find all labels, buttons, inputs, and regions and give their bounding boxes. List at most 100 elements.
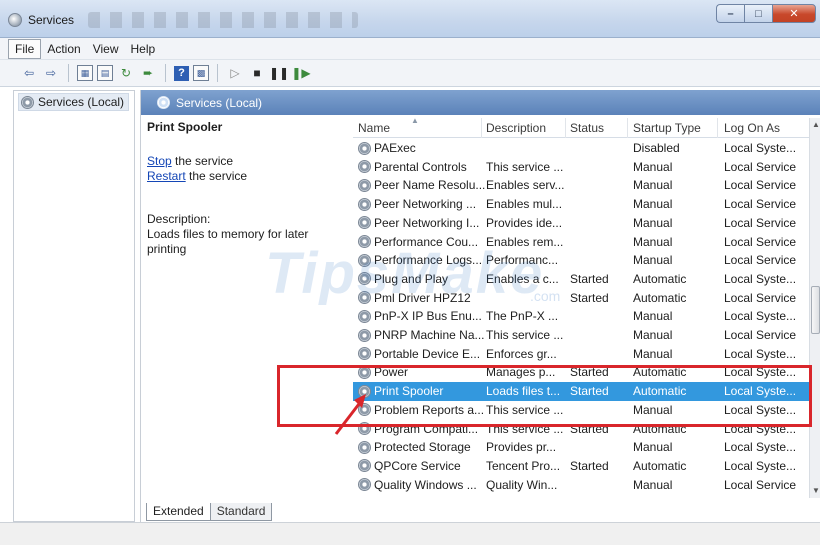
minimize-button[interactable]: – bbox=[716, 4, 744, 23]
services-app-icon bbox=[8, 13, 22, 27]
stop-service-link[interactable]: Stop bbox=[147, 154, 172, 168]
restart-service-link[interactable]: Restart bbox=[147, 169, 186, 183]
table-row[interactable]: Parental Controls This service ... Manual L… bbox=[353, 158, 809, 177]
table-row[interactable]: Protected Storage Provides pr... Manual Loc… bbox=[353, 438, 809, 457]
window-controls: – □ ✕ bbox=[716, 4, 816, 23]
service-log-on-as-cell: Local Service bbox=[724, 290, 797, 305]
stop-service-suffix: the service bbox=[171, 154, 234, 168]
tab-extended[interactable]: Extended bbox=[146, 503, 211, 521]
service-name-text: Peer Networking I... bbox=[374, 215, 480, 230]
column-header-log-on-as[interactable]: Log On As bbox=[724, 121, 780, 135]
table-row[interactable]: Quality Windows ... Quality Win... Manual L… bbox=[353, 476, 809, 495]
service-name-text: QPCore Service bbox=[374, 458, 461, 473]
service-name-text: Portable Device E... bbox=[374, 346, 481, 361]
service-name-text: Parental Controls bbox=[374, 159, 467, 174]
service-name-text: PAExec bbox=[374, 141, 416, 155]
service-startup-type-cell: Manual bbox=[633, 159, 673, 174]
service-details: Print Spooler Stop the service Restart t… bbox=[147, 120, 343, 500]
service-log-on-as-cell: Local Syste... bbox=[724, 346, 797, 361]
gear-icon bbox=[358, 178, 371, 192]
pause-icon[interactable]: ❚❚ bbox=[269, 64, 289, 82]
table-row[interactable]: Peer Networking ... Enables mul... Manual L… bbox=[353, 195, 809, 214]
scroll-down-icon[interactable]: ▼ bbox=[812, 486, 820, 495]
list-header: Name ▲ Description Status Startup Type L… bbox=[353, 116, 809, 138]
service-name-cell: PAExec bbox=[358, 141, 486, 155]
gear-icon bbox=[358, 160, 371, 174]
play-icon[interactable]: ▷ bbox=[226, 64, 244, 82]
close-button[interactable]: ✕ bbox=[772, 4, 816, 23]
service-log-on-as-cell: Local Service bbox=[724, 159, 797, 174]
column-divider[interactable] bbox=[717, 118, 718, 138]
service-status-cell: Started bbox=[570, 290, 609, 305]
tab-standard[interactable]: Standard bbox=[209, 503, 273, 521]
service-description-cell: Quality Win... bbox=[486, 477, 558, 492]
menu-action[interactable]: Action bbox=[41, 40, 86, 58]
service-log-on-as-cell: Local Syste... bbox=[724, 271, 797, 286]
export-icon[interactable]: ➨ bbox=[139, 64, 157, 82]
service-name-cell: PNRP Machine Na... bbox=[358, 328, 486, 342]
resume-icon[interactable]: ❚▶ bbox=[291, 64, 310, 82]
service-name-cell: Portable Device E... bbox=[358, 347, 486, 361]
vertical-scrollbar[interactable]: ▲ ▼ bbox=[809, 118, 820, 498]
service-status-cell: Started bbox=[570, 458, 609, 473]
table-row[interactable]: PNRP Machine Na... This service ... Manual… bbox=[353, 326, 809, 345]
service-name-text: Protected Storage bbox=[374, 440, 471, 455]
forward-arrow-icon[interactable]: ⇨ bbox=[42, 64, 60, 82]
service-log-on-as-cell: Local Syste... bbox=[724, 141, 797, 155]
service-description-cell: Enforces gr... bbox=[486, 346, 557, 361]
service-startup-type-cell: Manual bbox=[633, 234, 673, 249]
console-tree-icon[interactable]: ▦ bbox=[77, 65, 93, 81]
table-row[interactable]: Peer Name Resolu... Enables serv... Manual… bbox=[353, 176, 809, 195]
watermark-domain: .com bbox=[530, 288, 561, 304]
service-description-cell: Enables mul... bbox=[486, 197, 563, 212]
service-startup-type-cell: Manual bbox=[633, 477, 673, 492]
watermark-logo: TipsMake bbox=[265, 241, 545, 306]
tree-item-label: Services (Local) bbox=[38, 95, 125, 109]
column-divider[interactable] bbox=[565, 118, 566, 138]
column-header-name[interactable]: Name bbox=[358, 121, 390, 135]
menu-file[interactable]: File bbox=[8, 38, 42, 59]
table-row[interactable]: PnP-X IP Bus Enu... The PnP-X ... Manual Lo… bbox=[353, 307, 809, 326]
column-header-status[interactable]: Status bbox=[570, 121, 604, 135]
service-log-on-as-cell: Local Service bbox=[724, 328, 797, 342]
table-row[interactable]: Peer Networking I... Provides ide... Manua… bbox=[353, 214, 809, 233]
column-header-description[interactable]: Description bbox=[486, 121, 546, 135]
refresh-icon[interactable]: ↻ bbox=[117, 64, 135, 82]
service-description-cell: Tencent Pro... bbox=[486, 458, 561, 473]
service-name-cell: Parental Controls bbox=[358, 160, 486, 174]
gear-icon bbox=[358, 328, 371, 342]
scroll-thumb[interactable] bbox=[811, 286, 820, 334]
gear-icon bbox=[358, 216, 371, 230]
column-divider[interactable] bbox=[627, 118, 628, 138]
gear-icon bbox=[358, 141, 371, 155]
menu-help[interactable]: Help bbox=[125, 40, 162, 58]
menu-view[interactable]: View bbox=[87, 40, 125, 58]
service-startup-type-cell: Manual bbox=[633, 346, 673, 361]
title-bar: Services – □ ✕ bbox=[0, 0, 820, 38]
view-tabs: Extended Standard bbox=[146, 503, 273, 521]
scroll-up-icon[interactable]: ▲ bbox=[812, 120, 820, 129]
menu-bar: File Action View Help bbox=[0, 38, 820, 60]
column-header-startup-type[interactable]: Startup Type bbox=[633, 121, 701, 135]
back-arrow-icon[interactable]: ⇦ bbox=[20, 64, 38, 82]
table-row[interactable]: PAExec Disabled Local Syste... bbox=[353, 139, 809, 158]
maximize-button[interactable]: □ bbox=[744, 4, 772, 23]
gear-icon bbox=[358, 309, 371, 323]
column-divider[interactable] bbox=[481, 118, 482, 138]
stop-icon[interactable]: ■ bbox=[248, 64, 266, 82]
service-name-text: Peer Name Resolu... bbox=[374, 178, 486, 193]
tree-item-services-local[interactable]: Services (Local) bbox=[18, 93, 130, 111]
status-bar bbox=[0, 522, 820, 545]
show-hide-icon[interactable]: ▩ bbox=[193, 65, 209, 81]
properties-icon[interactable]: ▤ bbox=[97, 65, 113, 81]
service-description-cell: The PnP-X ... bbox=[486, 309, 559, 324]
table-row[interactable]: QPCore Service Tencent Pro... Started Autom… bbox=[353, 457, 809, 476]
help-icon[interactable]: ? bbox=[174, 65, 189, 81]
sort-ascending-icon: ▲ bbox=[411, 116, 419, 125]
service-name-cell: Peer Networking ... bbox=[358, 197, 486, 211]
pane-header: Services (Local) bbox=[141, 90, 820, 115]
gear-icon bbox=[157, 96, 170, 109]
service-log-on-as-cell: Local Service bbox=[724, 215, 797, 230]
table-row[interactable]: Portable Device E... Enforces gr... Manual… bbox=[353, 345, 809, 364]
service-startup-type-cell: Manual bbox=[633, 440, 673, 455]
